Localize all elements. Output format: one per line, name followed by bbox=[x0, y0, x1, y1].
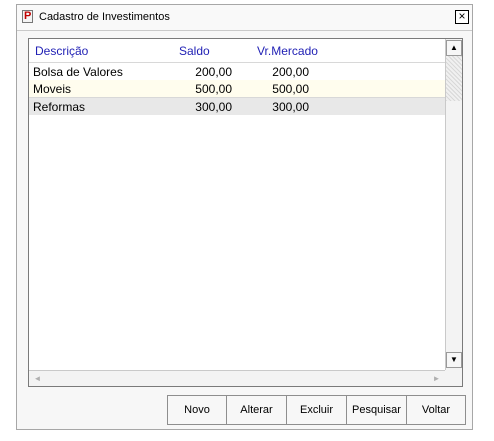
investments-grid: Descrição Saldo Vr.Mercado Bolsa de Valo… bbox=[28, 38, 463, 387]
alterar-button[interactable]: Alterar bbox=[226, 395, 287, 425]
vertical-scrollbar[interactable]: ▲ ▼ bbox=[445, 39, 462, 370]
cell-saldo: 300,00 bbox=[195, 100, 232, 114]
cell-vr-mercado: 200,00 bbox=[272, 65, 309, 79]
cell-vr-mercado: 300,00 bbox=[272, 100, 309, 114]
scroll-down-icon[interactable]: ▼ bbox=[446, 352, 462, 368]
cell-saldo: 200,00 bbox=[195, 65, 232, 79]
close-button[interactable]: × bbox=[455, 10, 469, 24]
novo-button[interactable]: Novo bbox=[167, 395, 227, 425]
table-row[interactable]: Bolsa de Valores 200,00 200,00 bbox=[29, 62, 445, 81]
scroll-left-icon[interactable]: ◄ bbox=[29, 371, 46, 386]
scroll-up-icon[interactable]: ▲ bbox=[446, 40, 462, 56]
voltar-button[interactable]: Voltar bbox=[406, 395, 466, 425]
vertical-scroll-thumb[interactable] bbox=[446, 56, 462, 101]
excluir-button[interactable]: Excluir bbox=[286, 395, 347, 425]
main-window: Cadastro de Investimentos × Descrição Sa… bbox=[16, 4, 473, 430]
grid-body: Descrição Saldo Vr.Mercado Bolsa de Valo… bbox=[29, 39, 445, 370]
app-icon bbox=[22, 10, 33, 23]
horizontal-scrollbar[interactable]: ◄ ► bbox=[29, 370, 445, 386]
cell-descricao: Bolsa de Valores bbox=[33, 65, 123, 79]
title-bar: Cadastro de Investimentos × bbox=[17, 5, 472, 31]
column-header-vr-mercado[interactable]: Vr.Mercado bbox=[257, 44, 318, 58]
cell-descricao: Reformas bbox=[33, 100, 86, 114]
table-row[interactable]: Reformas 300,00 300,00 bbox=[29, 98, 445, 115]
column-header-descricao[interactable]: Descrição bbox=[35, 44, 88, 58]
column-header-saldo[interactable]: Saldo bbox=[179, 44, 210, 58]
cell-descricao: Moveis bbox=[33, 82, 72, 96]
pesquisar-button[interactable]: Pesquisar bbox=[346, 395, 407, 425]
table-row[interactable]: Moveis 500,00 500,00 bbox=[29, 80, 445, 98]
cell-vr-mercado: 500,00 bbox=[272, 82, 309, 96]
window-title: Cadastro de Investimentos bbox=[39, 11, 170, 23]
scrollbar-corner bbox=[445, 370, 462, 386]
cell-saldo: 500,00 bbox=[195, 82, 232, 96]
scroll-right-icon[interactable]: ► bbox=[428, 371, 445, 386]
